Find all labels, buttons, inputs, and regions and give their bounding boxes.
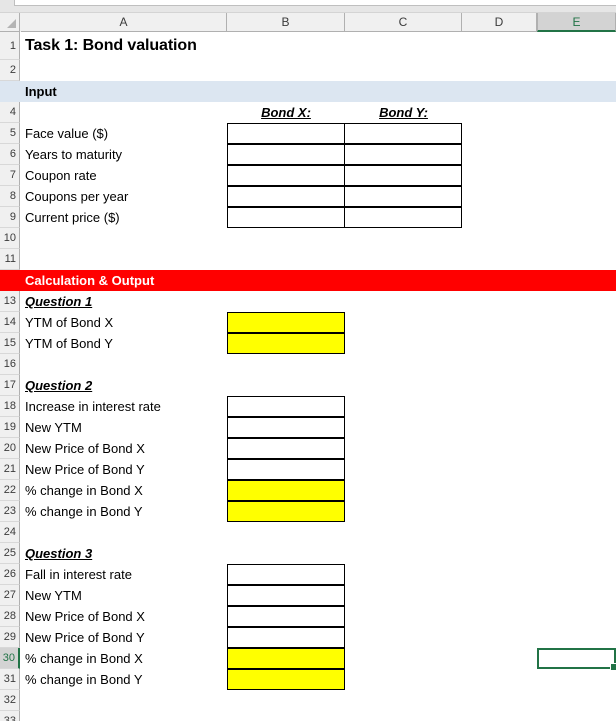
input-cell-bondy-years-to-maturity[interactable] — [344, 144, 462, 165]
row-header-10[interactable]: 10 — [0, 228, 20, 249]
row-header-8[interactable]: 8 — [0, 186, 20, 207]
row-header-27[interactable]: 27 — [0, 585, 20, 606]
label-q2-new-price-bond-x[interactable]: New Price of Bond X — [21, 438, 227, 459]
row-header-17[interactable]: 17 — [0, 375, 20, 396]
output-cell-q3-new-price-bond-x[interactable] — [227, 606, 345, 627]
output-cell-q3-pct-change-bond-y[interactable] — [227, 669, 345, 690]
label-q3-new-price-bond-y[interactable]: New Price of Bond Y — [21, 627, 227, 648]
label-q3-new-ytm[interactable]: New YTM — [21, 585, 227, 606]
input-label-current-price[interactable]: Current price ($) — [21, 207, 227, 228]
row-header-28[interactable]: 28 — [0, 606, 20, 627]
select-all-corner[interactable] — [0, 13, 20, 32]
question-3-heading[interactable]: Question 3 — [21, 543, 227, 564]
row-header-33[interactable]: 33 — [0, 711, 20, 721]
column-header-a[interactable]: A — [21, 13, 227, 32]
row-header-19[interactable]: 19 — [0, 417, 20, 438]
input-cell-bondx-coupon-rate[interactable] — [227, 165, 345, 186]
spreadsheet-grid: A B C D E 1 2 3 4 5 6 7 8 9 10 11 12 13 … — [0, 13, 616, 721]
label-ytm-of-bond-y[interactable]: YTM of Bond Y — [21, 333, 227, 354]
cell-canvas: Task 1: Bond valuation Input Bond X: Bon… — [0, 32, 616, 721]
question-2-heading[interactable]: Question 2 — [21, 375, 227, 396]
fill-handle[interactable] — [610, 663, 616, 671]
column-header-b[interactable]: B — [227, 13, 345, 32]
input-label-coupons-per-year[interactable]: Coupons per year — [21, 186, 227, 207]
input-label-years-to-maturity[interactable]: Years to maturity — [21, 144, 227, 165]
active-cell-selection[interactable] — [537, 648, 616, 671]
label-q2-pct-change-bond-x[interactable]: % change in Bond X — [21, 480, 227, 501]
output-cell-q3-new-ytm[interactable] — [227, 585, 345, 606]
column-header-c[interactable]: C — [345, 13, 462, 32]
row-header-23[interactable]: 23 — [0, 501, 20, 522]
output-cell-q2-new-price-bond-x[interactable] — [227, 438, 345, 459]
output-cell-q2-pct-change-bond-y[interactable] — [227, 501, 345, 522]
row-header-21[interactable]: 21 — [0, 459, 20, 480]
input-section-header[interactable]: Input — [21, 81, 227, 102]
row-header-16[interactable]: 16 — [0, 354, 20, 375]
output-cell-q3-fall-interest-rate[interactable] — [227, 564, 345, 585]
output-cell-ytm-bond-x[interactable] — [227, 312, 345, 333]
input-cell-bondy-current-price[interactable] — [344, 207, 462, 228]
question-1-heading[interactable]: Question 1 — [21, 291, 227, 312]
row-header-32[interactable]: 32 — [0, 690, 20, 711]
output-cell-q3-new-price-bond-y[interactable] — [227, 627, 345, 648]
sheet-title[interactable]: Task 1: Bond valuation — [21, 32, 227, 60]
column-header-band: A B C D E — [0, 13, 616, 32]
label-q2-new-price-bond-y[interactable]: New Price of Bond Y — [21, 459, 227, 480]
input-cell-bondx-current-price[interactable] — [227, 207, 345, 228]
row-header-9[interactable]: 9 — [0, 207, 20, 228]
row-header-4[interactable]: 4 — [0, 102, 20, 123]
input-cell-bondx-face-value[interactable] — [227, 123, 345, 144]
input-cell-bondy-coupons-per-year[interactable] — [344, 186, 462, 207]
row-header-24[interactable]: 24 — [0, 522, 20, 543]
row-header-15[interactable]: 15 — [0, 333, 20, 354]
row-header-13[interactable]: 13 — [0, 291, 20, 312]
input-cell-bondy-face-value[interactable] — [344, 123, 462, 144]
row-header-2[interactable]: 2 — [0, 60, 20, 81]
select-all-triangle-icon — [7, 19, 16, 28]
row-header-6[interactable]: 6 — [0, 144, 20, 165]
row-header-1[interactable]: 1 — [0, 32, 20, 60]
row-header-5[interactable]: 5 — [0, 123, 20, 144]
ribbon-strip — [0, 0, 616, 13]
input-label-coupon-rate[interactable]: Coupon rate — [21, 165, 227, 186]
input-cell-bondx-years-to-maturity[interactable] — [227, 144, 345, 165]
label-ytm-of-bond-x[interactable]: YTM of Bond X — [21, 312, 227, 333]
input-cell-bondx-coupons-per-year[interactable] — [227, 186, 345, 207]
bond-y-caption[interactable]: Bond Y: — [345, 102, 462, 123]
output-cell-q3-pct-change-bond-x[interactable] — [227, 648, 345, 669]
output-cell-q2-new-price-bond-y[interactable] — [227, 459, 345, 480]
column-header-d[interactable]: D — [462, 13, 537, 32]
row-header-30[interactable]: 30 — [0, 648, 20, 669]
output-cell-ytm-bond-y[interactable] — [227, 333, 345, 354]
row-header-20[interactable]: 20 — [0, 438, 20, 459]
row-header-31[interactable]: 31 — [0, 669, 20, 690]
output-cell-q2-increase-interest-rate[interactable] — [227, 396, 345, 417]
row-header-7[interactable]: 7 — [0, 165, 20, 186]
input-cell-bondy-coupon-rate[interactable] — [344, 165, 462, 186]
row-header-22[interactable]: 22 — [0, 480, 20, 501]
column-header-e[interactable]: E — [537, 13, 616, 32]
label-q3-pct-change-bond-x[interactable]: % change in Bond X — [21, 648, 227, 669]
row-header-gutter: 1 2 3 4 5 6 7 8 9 10 11 12 13 14 15 16 1… — [0, 32, 20, 721]
ribbon-control-1[interactable] — [14, 0, 616, 6]
label-q2-pct-change-bond-y[interactable]: % change in Bond Y — [21, 501, 227, 522]
label-q3-pct-change-bond-y[interactable]: % change in Bond Y — [21, 669, 227, 690]
row-header-29[interactable]: 29 — [0, 627, 20, 648]
label-q3-new-price-bond-x[interactable]: New Price of Bond X — [21, 606, 227, 627]
bond-x-caption[interactable]: Bond X: — [227, 102, 345, 123]
row-header-18[interactable]: 18 — [0, 396, 20, 417]
label-q2-increase-interest-rate[interactable]: Increase in interest rate — [21, 396, 227, 417]
row-header-26[interactable]: 26 — [0, 564, 20, 585]
row-header-14[interactable]: 14 — [0, 312, 20, 333]
output-cell-q2-pct-change-bond-x[interactable] — [227, 480, 345, 501]
input-label-face-value[interactable]: Face value ($) — [21, 123, 227, 144]
row-header-11[interactable]: 11 — [0, 249, 20, 270]
row-header-25[interactable]: 25 — [0, 543, 20, 564]
output-section-header[interactable]: Calculation & Output — [21, 270, 227, 291]
label-q3-fall-interest-rate[interactable]: Fall in interest rate — [21, 564, 227, 585]
output-cell-q2-new-ytm[interactable] — [227, 417, 345, 438]
label-q2-new-ytm[interactable]: New YTM — [21, 417, 227, 438]
